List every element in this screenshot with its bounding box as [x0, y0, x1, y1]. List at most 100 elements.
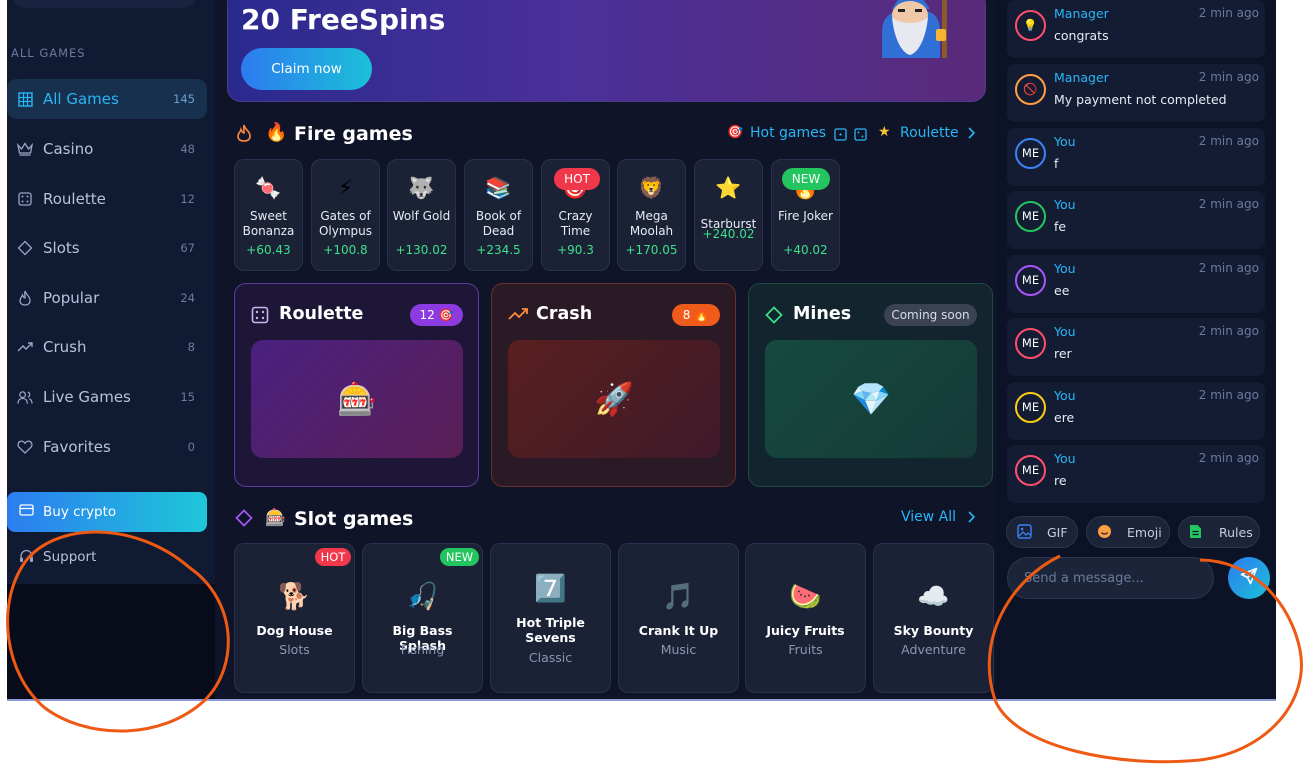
game-card-mega-moolah[interactable]: 🦁 Mega Moolah +170.05: [617, 159, 686, 271]
headset-icon: [19, 549, 34, 568]
slot-name: Dog House: [256, 623, 333, 638]
chat-message: 💡 Manager 2 min ago congrats: [1007, 0, 1265, 58]
slot-category: Music: [660, 642, 697, 657]
message-timestamp: 2 min ago: [1198, 261, 1259, 275]
send-button[interactable]: [1228, 557, 1270, 599]
main-content: 20 FreeSpins Claim now 🔥 Fire games 🎯 Ho…: [227, 0, 997, 700]
message-author[interactable]: Manager: [1054, 6, 1109, 21]
message-author[interactable]: You: [1054, 451, 1076, 466]
message-author[interactable]: You: [1054, 261, 1076, 276]
message-timestamp: 2 min ago: [1198, 70, 1259, 84]
hot-badge: HOT: [554, 168, 600, 190]
sidebar-item-slots[interactable]: Slots 67: [7, 228, 207, 268]
roulette-link[interactable]: Roulette: [900, 125, 959, 141]
flame-icon: [237, 124, 251, 146]
message-text: rer: [1054, 346, 1072, 361]
crash-category-card[interactable]: Crash 8 🔥 🚀: [491, 283, 736, 487]
document-icon: [1189, 524, 1202, 542]
star-icon: ⭐: [715, 176, 742, 200]
slot-name: Crank It Up: [638, 623, 719, 638]
sidebar-top-box[interactable]: [12, 0, 197, 8]
slot-category: Fishing: [400, 642, 445, 657]
sidebar-item-roulette[interactable]: Roulette 12: [7, 179, 207, 219]
slot-category: Adventure: [901, 642, 966, 657]
slot-card-hot-triple-sevens[interactable]: 7️⃣ Hot Triple Sevens Classic: [490, 543, 611, 693]
chevron-right-icon[interactable]: [967, 125, 976, 144]
slot-card-juicy-fruits[interactable]: 🍉 Juicy Fruits Fruits: [745, 543, 866, 693]
game-card-wolf-gold[interactable]: 🐺 Wolf Gold +130.02: [387, 159, 456, 271]
dice-icon[interactable]: [834, 126, 847, 145]
game-card-fire-joker[interactable]: 🔥 Fire Joker +40.02 NEW: [771, 159, 840, 271]
avatar[interactable]: ME: [1015, 138, 1046, 169]
game-card-sweet-bonanza[interactable]: 🍬 Sweet Bonanza +60.43: [234, 159, 303, 271]
view-all-link[interactable]: View All: [901, 509, 956, 525]
game-gain: +60.43: [246, 243, 291, 257]
avatar[interactable]: 🚫: [1015, 74, 1046, 105]
sidebar-item-count: 24: [180, 291, 195, 305]
rules-label: Rules: [1219, 525, 1253, 540]
dice-icon[interactable]: [854, 126, 867, 145]
claim-now-button[interactable]: Claim now: [241, 48, 372, 90]
message-text: re: [1054, 473, 1067, 488]
chat-message: ME You 2 min ago ee: [1007, 255, 1265, 313]
avatar[interactable]: ME: [1015, 328, 1046, 359]
game-card-book-of-dead[interactable]: 📚 Book of Dead +234.5: [464, 159, 533, 271]
casino-app: ALL GAMES All Games 145 Casino 48 Roulet…: [7, 0, 1276, 700]
buy-crypto-button[interactable]: Buy crypto: [7, 492, 207, 532]
sidebar-item-popular[interactable]: Popular 24: [7, 278, 207, 318]
avatar[interactable]: ME: [1015, 201, 1046, 232]
slot-emoji-icon: 🎰: [265, 508, 287, 528]
slot-card-sky-bounty[interactable]: ☁️ Sky Bounty Adventure: [873, 543, 994, 693]
sidebar-item-favorites[interactable]: Favorites 0: [7, 427, 207, 467]
support-link[interactable]: Support: [7, 546, 207, 570]
sidebar-item-live-games[interactable]: Live Games 15: [7, 377, 207, 417]
slot-name: Hot Triple Sevens: [516, 615, 585, 645]
chat-message-input[interactable]: [1007, 557, 1214, 599]
message-author[interactable]: You: [1054, 324, 1076, 339]
slot-card-dog-house[interactable]: 🐕 Dog House Slots HOT: [234, 543, 355, 693]
sidebar-item-label: Popular: [43, 289, 100, 307]
slot-card-big-bass-splash[interactable]: 🎣 Big Bass Splash Fishing NEW: [362, 543, 483, 693]
rules-button[interactable]: Rules: [1178, 516, 1260, 548]
dice-icon: [251, 306, 269, 328]
slot-category: Fruits: [788, 642, 823, 657]
sidebar-item-label: Favorites: [43, 438, 111, 456]
game-card-gates-of-olympus[interactable]: ⚡ Gates of Olympus +100.8: [311, 159, 380, 271]
flame-icon: [17, 290, 33, 306]
sidebar-item-label: Crush: [43, 338, 87, 356]
game-name: Book of Dead: [475, 209, 522, 238]
avatar[interactable]: ME: [1015, 455, 1046, 486]
sidebar-item-all-games[interactable]: All Games 145: [7, 79, 207, 119]
message-author[interactable]: You: [1054, 134, 1076, 149]
message-author[interactable]: You: [1054, 388, 1076, 403]
dice-icon: [17, 191, 33, 207]
sidebar-item-label: All Games: [43, 90, 119, 108]
message-timestamp: 2 min ago: [1198, 388, 1259, 402]
message-author[interactable]: Manager: [1054, 70, 1109, 85]
message-author[interactable]: You: [1054, 197, 1076, 212]
chat-message: 🚫 Manager 2 min ago My payment not complete…: [1007, 64, 1265, 122]
roulette-category-card[interactable]: Roulette 12 🎯 🎰: [234, 283, 479, 487]
game-card-starburst[interactable]: ⭐ Starburst +240.02: [694, 159, 763, 271]
roulette-card-title: Roulette: [279, 304, 364, 324]
avatar[interactable]: 💡: [1015, 10, 1046, 41]
sidebar-item-crush[interactable]: Crush 8: [7, 327, 207, 367]
emoji-button[interactable]: Emoji: [1086, 516, 1170, 548]
buy-crypto-label: Buy crypto: [43, 504, 117, 520]
sidebar-item-count: 12: [180, 192, 195, 206]
hot-games-link[interactable]: Hot games: [750, 125, 826, 141]
mines-category-card[interactable]: Mines Coming soon 💎: [748, 283, 993, 487]
game-card-crazy-time[interactable]: 🎯 Crazy Time +90.3 HOT: [541, 159, 610, 271]
sidebar-item-casino[interactable]: Casino 48: [7, 129, 207, 169]
message-timestamp: 2 min ago: [1198, 197, 1259, 211]
chevron-right-icon[interactable]: [967, 509, 976, 528]
sidebar-footer-area: [7, 584, 215, 700]
gem-icon: 💎: [765, 340, 977, 458]
credit-card-icon: [19, 504, 34, 520]
gif-button[interactable]: GIF: [1006, 516, 1078, 548]
avatar[interactable]: ME: [1015, 392, 1046, 423]
avatar[interactable]: ME: [1015, 265, 1046, 296]
heart-icon: [17, 439, 33, 455]
roulette-count-badge: 12 🎯: [410, 304, 463, 326]
slot-card-crank-it-up[interactable]: 🎵 Crank It Up Music: [618, 543, 739, 693]
